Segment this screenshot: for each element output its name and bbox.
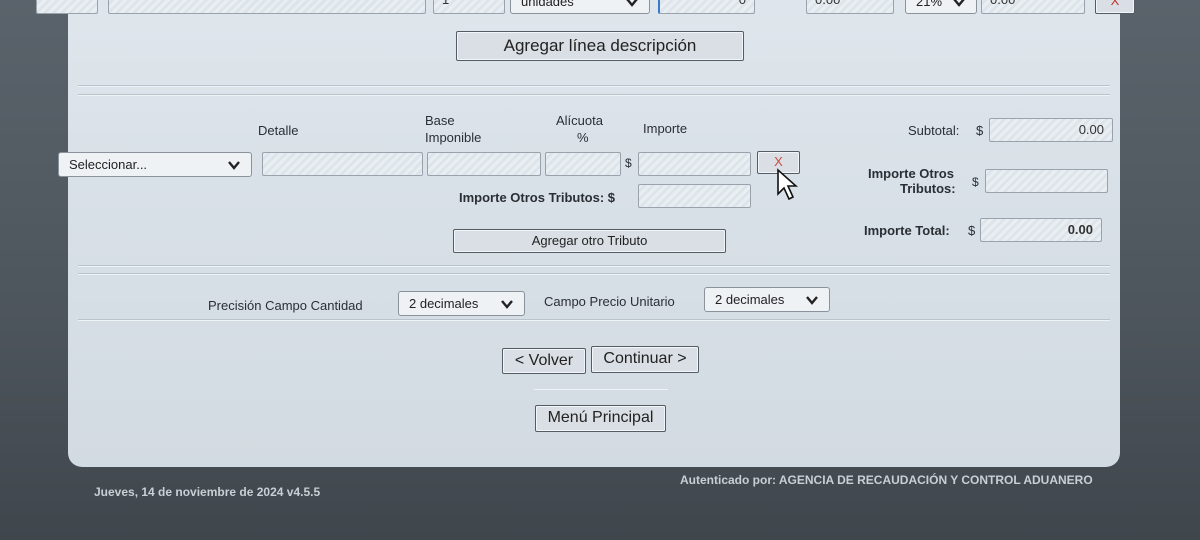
- description-textarea[interactable]: [108, 0, 426, 14]
- nav-divider: [534, 389, 668, 390]
- discount-field[interactable]: 0.00: [806, 0, 894, 14]
- section-divider: [78, 94, 1110, 96]
- unit-price-precision-value: 2 decimales: [715, 292, 785, 307]
- unit-price-precision-label: Campo Precio Unitario: [544, 294, 675, 309]
- delete-line-button[interactable]: X: [1095, 0, 1135, 14]
- header-importe: Importe: [643, 121, 688, 136]
- total-field: 0.00: [980, 218, 1102, 242]
- section-divider: [78, 265, 1110, 267]
- other-tributes-total-currency: $: [972, 175, 979, 189]
- tribute-amount-field[interactable]: [638, 152, 751, 176]
- prev-field-left[interactable]: [36, 0, 98, 14]
- section-divider: [78, 319, 1110, 321]
- header-base: Base: [425, 113, 455, 128]
- mouse-cursor-icon: [777, 168, 798, 201]
- continue-button[interactable]: Continuar >: [591, 346, 699, 373]
- total-currency: $: [968, 223, 976, 238]
- subtotal-currency: $: [976, 123, 984, 138]
- subtotal-label: Subtotal:: [908, 123, 960, 138]
- tribute-aliquot-field[interactable]: [545, 152, 621, 176]
- chevron-down-icon: [626, 0, 638, 7]
- chevron-down-icon: [501, 299, 513, 309]
- tribute-type-value: Seleccionar...: [69, 157, 148, 172]
- vat-select-value: 21%: [916, 0, 943, 9]
- chevron-down-icon: [806, 295, 818, 305]
- quantity-field[interactable]: 1: [433, 0, 505, 14]
- tribute-type-select[interactable]: Seleccionar...: [58, 152, 252, 177]
- tribute-detail-field[interactable]: [262, 152, 423, 176]
- vat-select[interactable]: 21%: [905, 0, 977, 14]
- footer-authentication: Autenticado por: AGENCIA DE RECAUDACIÓN …: [680, 473, 1093, 487]
- section-divider: [78, 85, 1110, 87]
- header-imponible: Imponible: [425, 130, 482, 145]
- header-detalle: Detalle: [258, 123, 299, 138]
- header-alicuota: Alícuota: [556, 113, 603, 128]
- unit-select-value: unidades: [521, 0, 574, 9]
- quantity-precision-label: Precisión Campo Cantidad: [208, 298, 363, 313]
- total-label: Importe Total:: [864, 223, 950, 238]
- chevron-down-icon: [228, 160, 240, 170]
- other-tributes-total-label-1: Importe Otros: [868, 166, 954, 181]
- other-tributes-field[interactable]: [638, 184, 751, 208]
- other-tributes-label: Importe Otros Tributos: $: [459, 190, 616, 205]
- add-tribute-button[interactable]: Agregar otro Tributo: [453, 229, 726, 253]
- footer-date-version: Jueves, 14 de noviembre de 2024 v4.5.5: [94, 485, 321, 499]
- subtotal-field: 0.00: [989, 118, 1113, 142]
- add-description-line-button[interactable]: Agregar línea descripción: [456, 31, 744, 61]
- section-divider: [78, 273, 1110, 275]
- currency-symbol: $: [625, 156, 632, 170]
- other-tributes-total-field: [985, 169, 1108, 193]
- tribute-base-field[interactable]: [427, 152, 541, 176]
- other-tributes-total-label-2: Tributos:: [900, 181, 956, 196]
- unit-select[interactable]: unidades: [510, 0, 650, 14]
- quantity-precision-select[interactable]: 2 decimales: [398, 291, 525, 316]
- back-button[interactable]: < Volver: [502, 348, 586, 374]
- header-percent: %: [577, 130, 589, 145]
- main-menu-button[interactable]: Menú Principal: [535, 405, 666, 432]
- line-total-field[interactable]: 0.00: [981, 0, 1085, 14]
- quantity-precision-value: 2 decimales: [409, 296, 479, 311]
- unit-price-precision-select[interactable]: 2 decimales: [704, 287, 830, 312]
- unit-price-field[interactable]: 0: [658, 0, 755, 14]
- chevron-down-icon: [953, 0, 965, 7]
- form-panel: 1 unidades 0 0.00 21% 0.00 X Agregar lín…: [36, 0, 1135, 467]
